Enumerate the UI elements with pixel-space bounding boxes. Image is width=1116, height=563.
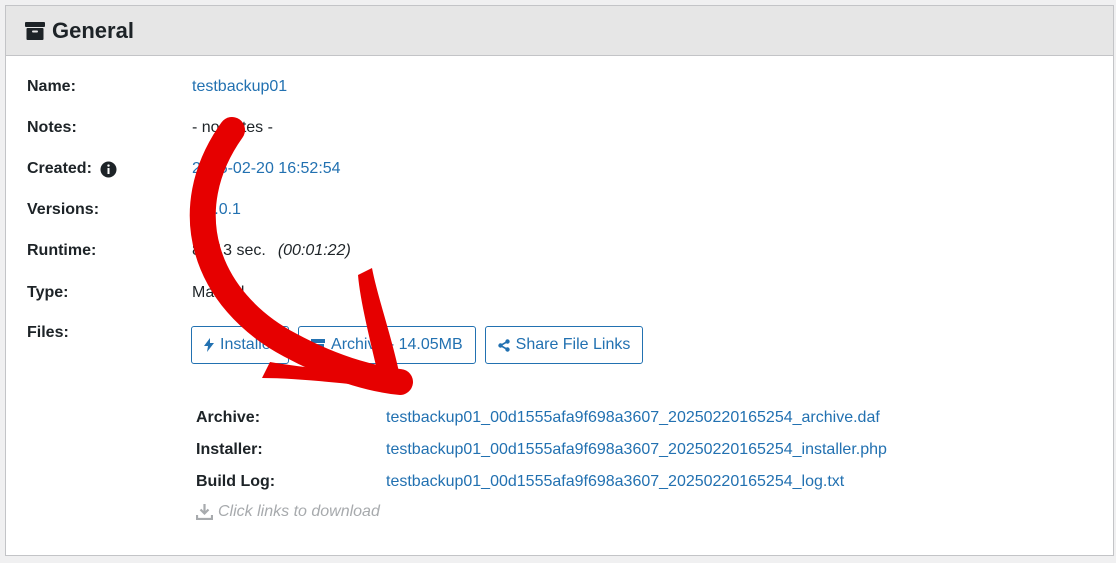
created-label: Created: — [27, 160, 92, 177]
share-button-label: Share File Links — [515, 336, 631, 353]
bolt-icon — [204, 338, 214, 352]
files-label: Files: — [27, 324, 69, 341]
created-label-wrap: Created: — [27, 160, 192, 178]
panel-title: General — [52, 17, 134, 43]
file-label: Installer: — [196, 441, 263, 458]
file-row-archive: Archive: testbackup01_00d1555afa9f698a36… — [196, 402, 887, 434]
file-label: Archive: — [196, 409, 261, 426]
type-value: Manual — [192, 284, 245, 301]
files-table: Archive: testbackup01_00d1555afa9f698a36… — [196, 402, 887, 498]
name-value: testbackup01 — [192, 78, 288, 95]
versions-value: 4.5.0.1 — [192, 201, 241, 218]
created-value: 2025-02-20 16:52:54 — [192, 160, 341, 177]
notes-value: - no notes - — [192, 119, 273, 136]
panel-header: General — [6, 6, 1113, 56]
runtime-formatted: (00:01:22) — [277, 242, 351, 259]
created-row: Created: 2025-02-20 16:52:54 — [27, 157, 341, 181]
name-row: Name: testbackup01 — [27, 75, 287, 99]
download-icon — [196, 504, 213, 520]
type-row: Type: Manual — [27, 281, 244, 305]
share-icon — [497, 338, 510, 352]
files-row: Files: — [27, 321, 192, 345]
type-label: Type: — [27, 284, 69, 301]
runtime-value: 82.13 sec. — [192, 242, 266, 259]
archive-box-icon — [24, 21, 46, 41]
build-log-file-link[interactable]: testbackup01_00d1555afa9f698a3607_202502… — [386, 473, 844, 491]
info-icon[interactable] — [100, 161, 117, 178]
versions-row: Versions: 4.5.0.1 — [27, 198, 241, 222]
installer-button[interactable]: Installer — [191, 326, 290, 364]
versions-label: Versions: — [27, 201, 100, 218]
runtime-row: Runtime: 82.13 sec. (00:01:22) — [27, 239, 351, 263]
runtime-label: Runtime: — [27, 242, 97, 259]
name-label: Name: — [27, 78, 76, 95]
notes-row: Notes: - no notes - — [27, 116, 273, 140]
file-row-installer: Installer: testbackup01_00d1555afa9f698a… — [196, 434, 887, 466]
share-file-links-button[interactable]: Share File Links — [484, 326, 644, 364]
file-label: Build Log: — [196, 473, 276, 490]
archive-button[interactable]: Archive - 14.05MB — [298, 326, 476, 364]
installer-file-link[interactable]: testbackup01_00d1555afa9f698a3607_202502… — [386, 441, 887, 459]
download-hint: Click links to download — [196, 503, 380, 521]
archive-button-label: Archive - 14.05MB — [331, 336, 463, 353]
download-hint-text: Click links to download — [218, 503, 380, 520]
file-row-build-log: Build Log: testbackup01_00d1555afa9f698a… — [196, 466, 887, 498]
archive-file-link[interactable]: testbackup01_00d1555afa9f698a3607_202502… — [386, 409, 880, 427]
notes-label: Notes: — [27, 119, 77, 136]
general-panel: General Name: testbackup01 Notes: - no n… — [5, 5, 1114, 556]
installer-button-label: Installer — [220, 336, 277, 353]
file-buttons: Installer Archive - 14.05MB Share File L… — [191, 326, 644, 364]
archive-icon — [311, 338, 326, 352]
